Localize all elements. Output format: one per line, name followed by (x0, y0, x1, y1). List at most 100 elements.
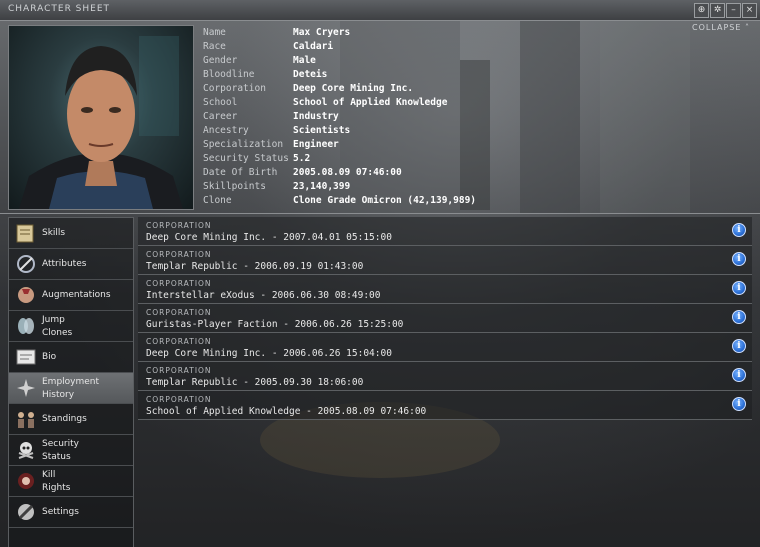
info-row-clone: Clone Clone Grade Omicron (42,139,989) (203, 194, 476, 208)
sidebar-item-label: Settings (42, 507, 79, 517)
info-icon[interactable]: i (732, 310, 746, 324)
close-icon[interactable]: × (742, 3, 757, 18)
portrait-image (19, 36, 183, 209)
employment-entry-text: Guristas-Player Faction - 2006.06.26 15:… (146, 319, 404, 330)
sidebar-item-label-line2: Clones (42, 328, 73, 338)
info-icon[interactable]: i (732, 223, 746, 237)
info-value: 5.2 (293, 153, 311, 164)
kill-rights-icon (18, 473, 34, 489)
settings-icon (18, 504, 34, 520)
collapse-button[interactable]: COLLAPSE ˄ (692, 23, 750, 32)
info-value: Industry (293, 111, 339, 122)
chevron-up-icon: ˄ (745, 23, 750, 32)
info-row-security-status: Security Status 5.2 (203, 152, 476, 166)
minimize-icon[interactable]: – (726, 3, 741, 18)
info-value: Male (293, 55, 316, 66)
info-label: Gender (203, 55, 238, 66)
options-icon[interactable]: ✲ (710, 3, 725, 18)
character-sheet-window: CHARACTER SHEET ⊕ ✲ – × COLLAPSE ˄ Name M… (0, 0, 760, 547)
window-title: CHARACTER SHEET (8, 4, 111, 14)
info-row-corporation: Corporation Deep Core Mining Inc. (203, 82, 476, 96)
sidebar-item-label-line1: Security (42, 439, 79, 449)
employment-entry-text: Templar Republic - 2006.09.19 01:43:00 (146, 261, 364, 272)
info-row-gender: Gender Male (203, 54, 476, 68)
info-label: School (203, 97, 238, 108)
info-label: Career (203, 111, 238, 122)
list-item[interactable]: CORPORATION School of Applied Knowledge … (138, 391, 752, 420)
info-icon[interactable]: i (732, 368, 746, 382)
sidebar-item-label: Bio (42, 352, 57, 362)
sidebar-item-standings[interactable]: Standings (9, 404, 133, 435)
sidebar-item-label: Skills (42, 228, 66, 238)
info-value: 2005.08.09 07:46:00 (293, 167, 402, 178)
sidebar-item-attributes[interactable]: Attributes (9, 249, 133, 280)
list-item[interactable]: CORPORATION Interstellar eXodus - 2006.0… (138, 275, 752, 304)
info-label: Ancestry (203, 125, 249, 136)
character-info-panel: Name Max Cryers Race Caldari Gender Male Bl… (203, 26, 476, 208)
attributes-icon (17, 255, 35, 273)
list-item[interactable]: CORPORATION Deep Core Mining Inc. - 2006… (138, 333, 752, 362)
sidebar-item-label: Attributes (42, 259, 87, 269)
info-value[interactable]: Deep Core Mining Inc. (293, 83, 413, 94)
info-row-skillpoints: Skillpoints 23,140,399 (203, 180, 476, 194)
info-icon[interactable]: i (732, 252, 746, 266)
sidebar-item-label: Augmentations (42, 290, 111, 300)
sidebar-item-label: Security Status (42, 438, 79, 464)
employment-entry-text: Interstellar eXodus - 2006.06.30 08:49:0… (146, 290, 381, 301)
info-value: Caldari (293, 41, 334, 52)
character-portrait[interactable] (8, 25, 194, 210)
info-label: Race (203, 41, 226, 52)
info-icon[interactable]: i (732, 397, 746, 411)
sidebar-item-label-line1: Employment (42, 377, 100, 387)
list-item[interactable]: CORPORATION Guristas-Player Faction - 20… (138, 304, 752, 333)
info-label: Corporation (203, 83, 266, 94)
info-value: 23,140,399 (293, 181, 351, 192)
header-divider (0, 213, 760, 214)
corporation-header: CORPORATION (146, 337, 212, 346)
sidebar-item-bio[interactable]: Bio (9, 342, 133, 373)
employment-history-list: CORPORATION Deep Core Mining Inc. - 2007… (138, 217, 752, 420)
corporation-header: CORPORATION (146, 366, 212, 375)
info-value: Scientists (293, 125, 351, 136)
pin-icon[interactable]: ⊕ (694, 3, 709, 18)
sidebar-item-employment-history[interactable]: Employment History (9, 373, 133, 404)
sidebar-item-security-status[interactable]: Security Status (9, 435, 133, 466)
info-label: Security Status (203, 153, 289, 164)
employment-entry-text: Deep Core Mining Inc. - 2007.04.01 05:15… (146, 232, 392, 243)
info-label: Skillpoints (203, 181, 266, 192)
jump-clones-icon (18, 318, 34, 334)
sidebar-item-label: Employment History (42, 376, 99, 402)
info-row-date-of-birth: Date Of Birth 2005.08.09 07:46:00 (203, 166, 476, 180)
info-value: School of Applied Knowledge (293, 97, 448, 108)
info-value: Engineer (293, 139, 339, 150)
sidebar-item-label: Standings (42, 414, 87, 424)
corporation-header: CORPORATION (146, 279, 212, 288)
corporation-header: CORPORATION (146, 250, 212, 259)
info-row-bloodline: Bloodline Deteis (203, 68, 476, 82)
sidebar-item-settings[interactable]: Settings (9, 497, 133, 528)
list-item[interactable]: CORPORATION Deep Core Mining Inc. - 2007… (138, 217, 752, 246)
info-icon[interactable]: i (732, 281, 746, 295)
info-label: Specialization (203, 139, 284, 150)
list-item[interactable]: CORPORATION Templar Republic - 2005.09.3… (138, 362, 752, 391)
sidebar-item-kill-rights[interactable]: Kill Rights (9, 466, 133, 497)
title-bar[interactable]: CHARACTER SHEET ⊕ ✲ – × (0, 0, 760, 21)
employment-entry-text: Deep Core Mining Inc. - 2006.06.26 15:04… (146, 348, 392, 359)
corporation-header: CORPORATION (146, 395, 212, 404)
info-row-career: Career Industry (203, 110, 476, 124)
sidebar-item-augmentations[interactable]: Augmentations (9, 280, 133, 311)
collapse-label: COLLAPSE (692, 23, 742, 32)
info-row-specialization: Specialization Engineer (203, 138, 476, 152)
sidebar-item-jump-clones[interactable]: Jump Clones (9, 311, 133, 342)
sidebar-nav: Skills Attributes Augmentations Jump Clon… (8, 217, 134, 547)
sidebar-item-skills[interactable]: Skills (9, 218, 133, 249)
list-item[interactable]: CORPORATION Templar Republic - 2006.09.1… (138, 246, 752, 275)
info-label: Clone (203, 195, 232, 206)
info-icon[interactable]: i (732, 339, 746, 353)
sidebar-item-label-line2: History (42, 390, 75, 400)
employment-entry-text: School of Applied Knowledge - 2005.08.09… (146, 406, 427, 417)
info-label: Name (203, 27, 226, 38)
security-status-icon (18, 442, 34, 459)
sidebar-item-label: Kill Rights (42, 469, 70, 495)
sidebar-item-label-line2: Status (42, 452, 71, 462)
